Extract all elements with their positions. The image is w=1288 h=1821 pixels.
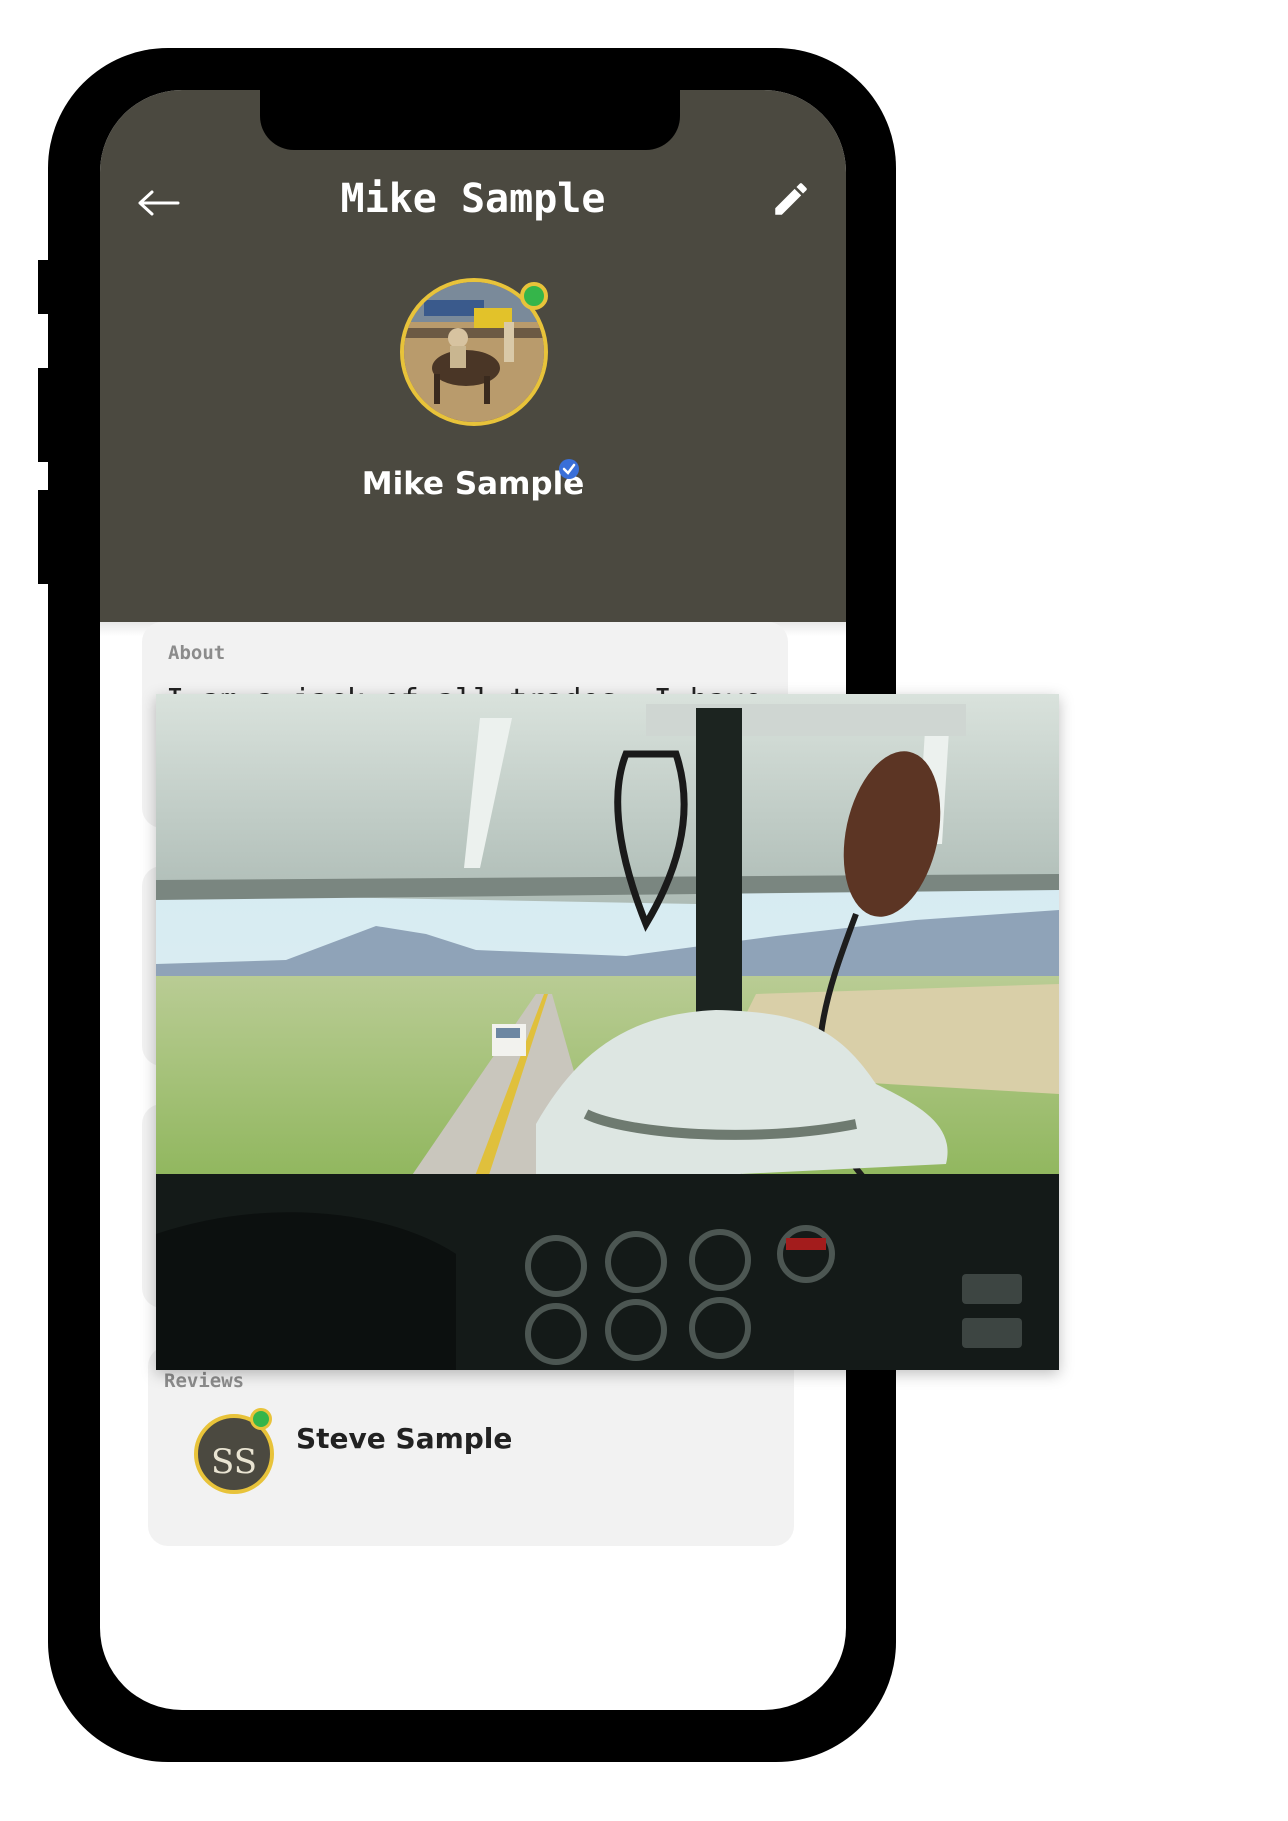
verified-badge-icon	[559, 459, 579, 479]
reviewer-name[interactable]: Steve Sample	[296, 1422, 512, 1455]
truck-cab-photo	[156, 694, 1059, 1370]
reviewer-online-indicator	[250, 1408, 272, 1430]
profile-name: Mike Sample	[361, 466, 585, 502]
online-status-indicator	[520, 282, 548, 310]
profile-avatar[interactable]	[400, 278, 548, 426]
page-title: Mike Sample	[340, 176, 606, 222]
profile-header: Mike Sample Mike Sample	[100, 90, 846, 622]
volume-up-button	[38, 368, 48, 462]
reviews-card: Reviews SS Steve Sample	[148, 1346, 794, 1546]
volume-down-button	[38, 490, 48, 584]
notch	[260, 90, 680, 150]
mute-switch	[38, 260, 48, 314]
pencil-icon[interactable]	[770, 178, 812, 220]
truck-cab-scene	[156, 694, 1059, 1370]
about-label: About	[168, 642, 226, 664]
reviews-label: Reviews	[164, 1370, 245, 1392]
